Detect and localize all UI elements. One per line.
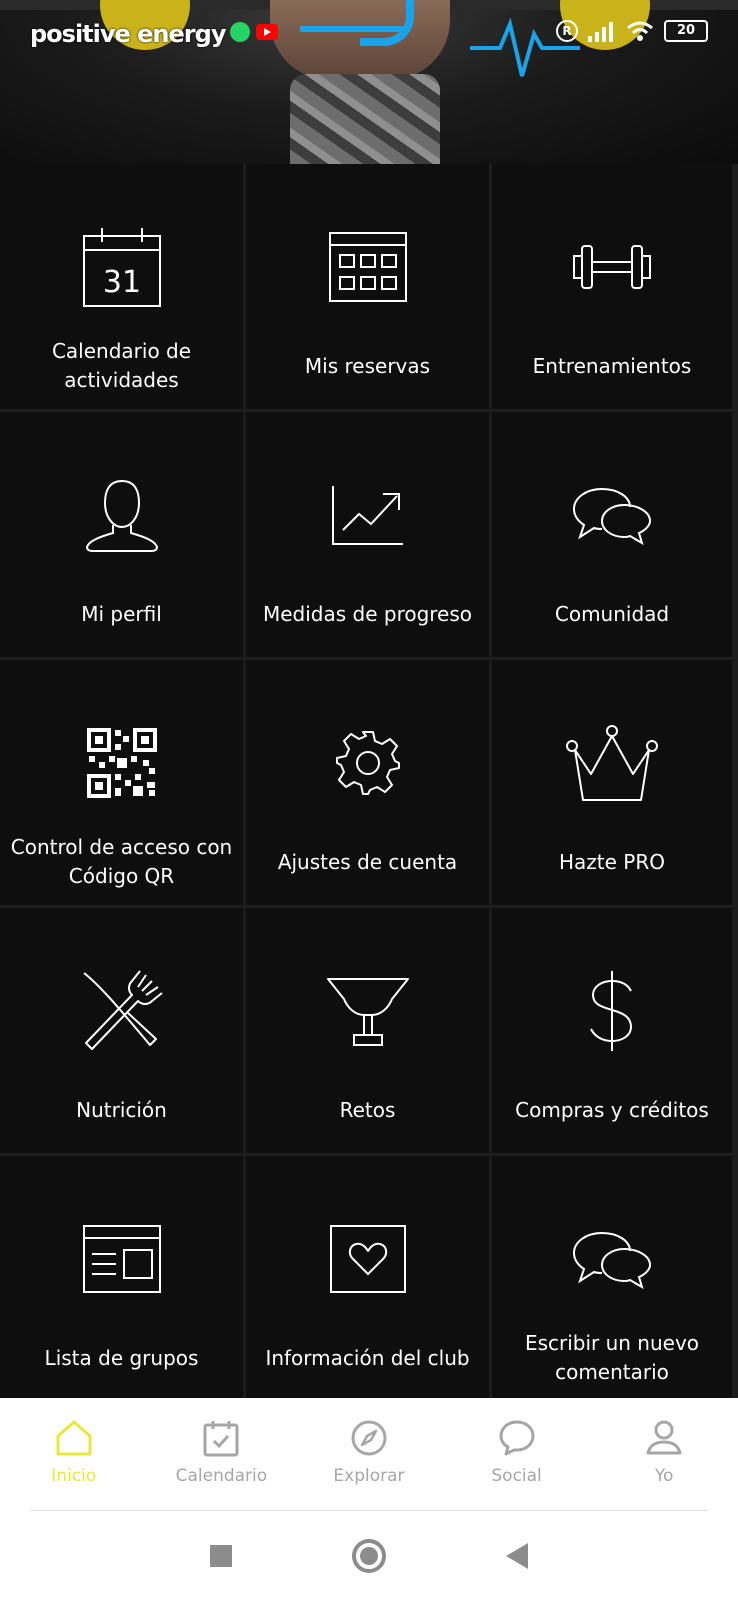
tile-label: Hazte PRO [559, 849, 665, 874]
nav-social[interactable]: Social [443, 1398, 591, 1510]
tile-label: Medidas de progreso [262, 601, 473, 626]
notification-icons [230, 22, 278, 42]
tile-comunidad[interactable]: Comunidad [492, 412, 732, 657]
tile-label: Información del club [265, 1345, 470, 1370]
home-button[interactable] [352, 1538, 386, 1573]
chat-bubbles-icon [564, 470, 660, 560]
tile-informacion-club[interactable]: Información del club [246, 1156, 489, 1401]
tile-entrenamientos[interactable]: Entrenamientos [492, 164, 732, 409]
athlete-shorts [290, 74, 440, 164]
dumbbell-icon [564, 222, 660, 312]
nav-label: Social [491, 1466, 542, 1486]
tile-label: Compras y créditos [515, 1097, 709, 1122]
recent-apps-button[interactable] [210, 1544, 232, 1567]
signal-icon [588, 22, 613, 42]
tile-escribir-comentario[interactable]: Escribir un nuevo comentario [492, 1156, 732, 1401]
nav-explorar[interactable]: Explorar [295, 1398, 443, 1510]
nav-label: Calendario [175, 1466, 268, 1486]
tile-lista-grupos[interactable]: Lista de grupos [0, 1156, 243, 1401]
tile-hazte-pro[interactable]: Hazte PRO [492, 660, 732, 905]
tile-label: Comunidad [554, 601, 670, 626]
person-icon [644, 1418, 684, 1458]
tile-label: Calendario de actividades [51, 339, 192, 392]
battery-icon: 20 [664, 20, 708, 42]
tile-mi-perfil[interactable]: Mi perfil [0, 412, 243, 657]
group-list-icon [74, 1214, 170, 1304]
bottom-nav: Inicio Calendario Explorar Social Yo [0, 1398, 738, 1510]
user-icon [74, 470, 170, 560]
tile-label: Retos [339, 1097, 396, 1122]
menu-grid: 31 Calendario de actividades Mis reserva… [0, 164, 738, 1401]
tile-nutricion[interactable]: Nutrición [0, 908, 243, 1153]
compass-icon [349, 1418, 389, 1458]
tile-label: Mis reservas [304, 353, 431, 378]
tile-compras-creditos[interactable]: Compras y créditos [492, 908, 732, 1153]
comment-bubbles-icon [564, 1214, 660, 1304]
tile-label: Escribir un nuevo comentario [524, 1331, 700, 1384]
progress-chart-icon [320, 470, 416, 560]
calendar-31-icon: 31 [74, 222, 170, 312]
knife-fork-icon [74, 966, 170, 1056]
whatsapp-icon [230, 22, 250, 42]
nav-yo[interactable]: Yo [590, 1398, 738, 1510]
gear-icon [320, 718, 416, 808]
calendar-day-number: 31 [102, 265, 140, 300]
back-button[interactable] [506, 1542, 528, 1569]
tile-mis-reservas[interactable]: Mis reservas [246, 164, 489, 409]
wifi-icon [627, 21, 653, 41]
nav-label: Explorar [333, 1466, 405, 1486]
trophy-icon [320, 966, 416, 1056]
bottom-area: Inicio Calendario Explorar Social Yo [0, 1398, 738, 1600]
youtube-icon [256, 24, 278, 40]
nav-label: Inicio [51, 1466, 97, 1486]
calendar-check-icon [201, 1418, 241, 1458]
system-navigation-bar [0, 1511, 738, 1600]
tile-calendario-actividades[interactable]: 31 Calendario de actividades [0, 164, 243, 409]
tile-label: Entrenamientos [532, 353, 692, 378]
tile-label: Ajustes de cuenta [277, 849, 458, 874]
speech-bubble-icon [497, 1418, 537, 1458]
club-heart-icon [320, 1214, 416, 1304]
tile-ajustes-cuenta[interactable]: Ajustes de cuenta [246, 660, 489, 905]
crown-icon [564, 718, 660, 808]
tile-label: Control de acceso con Código QR [10, 835, 233, 888]
tile-label: Mi perfil [81, 601, 162, 626]
status-time: positive energy [30, 20, 226, 48]
status-bar: positive energy R 20 [0, 16, 738, 52]
nav-inicio[interactable]: Inicio [0, 1398, 148, 1510]
nav-label: Yo [654, 1466, 674, 1486]
dollar-icon [564, 966, 660, 1056]
home-icon [54, 1418, 94, 1458]
tile-medidas-progreso[interactable]: Medidas de progreso [246, 412, 489, 657]
nav-calendario[interactable]: Calendario [148, 1398, 296, 1510]
status-right: R 20 [556, 20, 708, 42]
reservations-grid-icon [320, 222, 416, 312]
registered-icon: R [556, 20, 578, 42]
tile-retos[interactable]: Retos [246, 908, 489, 1153]
tile-control-acceso-qr[interactable]: Control de acceso con Código QR [0, 660, 243, 905]
qr-code-icon [74, 718, 170, 808]
tile-label: Nutrición [76, 1097, 167, 1122]
tile-label: Lista de grupos [44, 1345, 199, 1370]
